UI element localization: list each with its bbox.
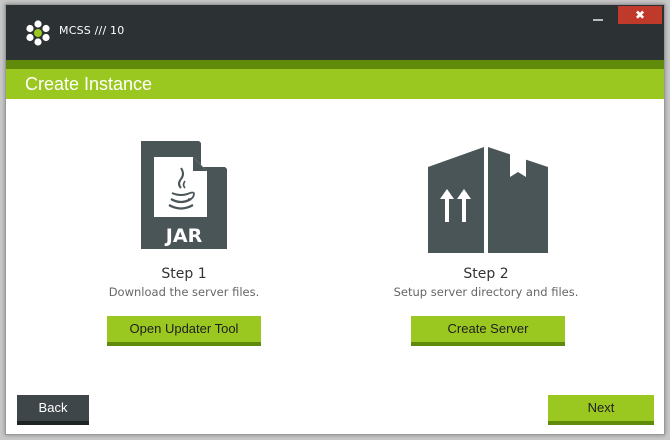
jar-badge-text: JAR — [164, 225, 203, 247]
open-updater-tool-button[interactable]: Open Updater Tool — [107, 316, 261, 346]
step-2-title: Step 2 — [463, 266, 509, 282]
close-button[interactable]: ✖ — [618, 6, 662, 24]
title-bar[interactable]: MCSS /// 10 ✖ — [6, 5, 664, 60]
step-2-description: Setup server directory and files. — [393, 285, 579, 299]
app-title: MCSS /// 10 — [59, 24, 125, 37]
step-1-description: Download the server files. — [108, 285, 260, 299]
step-1-title: Step 1 — [161, 266, 207, 282]
accent-strip — [6, 60, 664, 69]
back-button[interactable]: Back — [17, 395, 89, 425]
minimize-icon — [593, 19, 603, 21]
app-window: MCSS /// 10 ✖ Create Instance JAR Step 1… — [5, 4, 665, 435]
page-title: Create Instance — [25, 74, 153, 94]
page-header: Create Instance — [6, 69, 664, 99]
box-upload-icon — [428, 147, 548, 253]
create-server-button[interactable]: Create Server — [411, 316, 565, 346]
minimize-button[interactable] — [581, 9, 616, 25]
close-icon: ✖ — [634, 8, 646, 22]
next-button[interactable]: Next — [548, 395, 654, 425]
mcss-logo-icon — [26, 20, 50, 46]
jar-file-icon: JAR — [141, 141, 227, 249]
